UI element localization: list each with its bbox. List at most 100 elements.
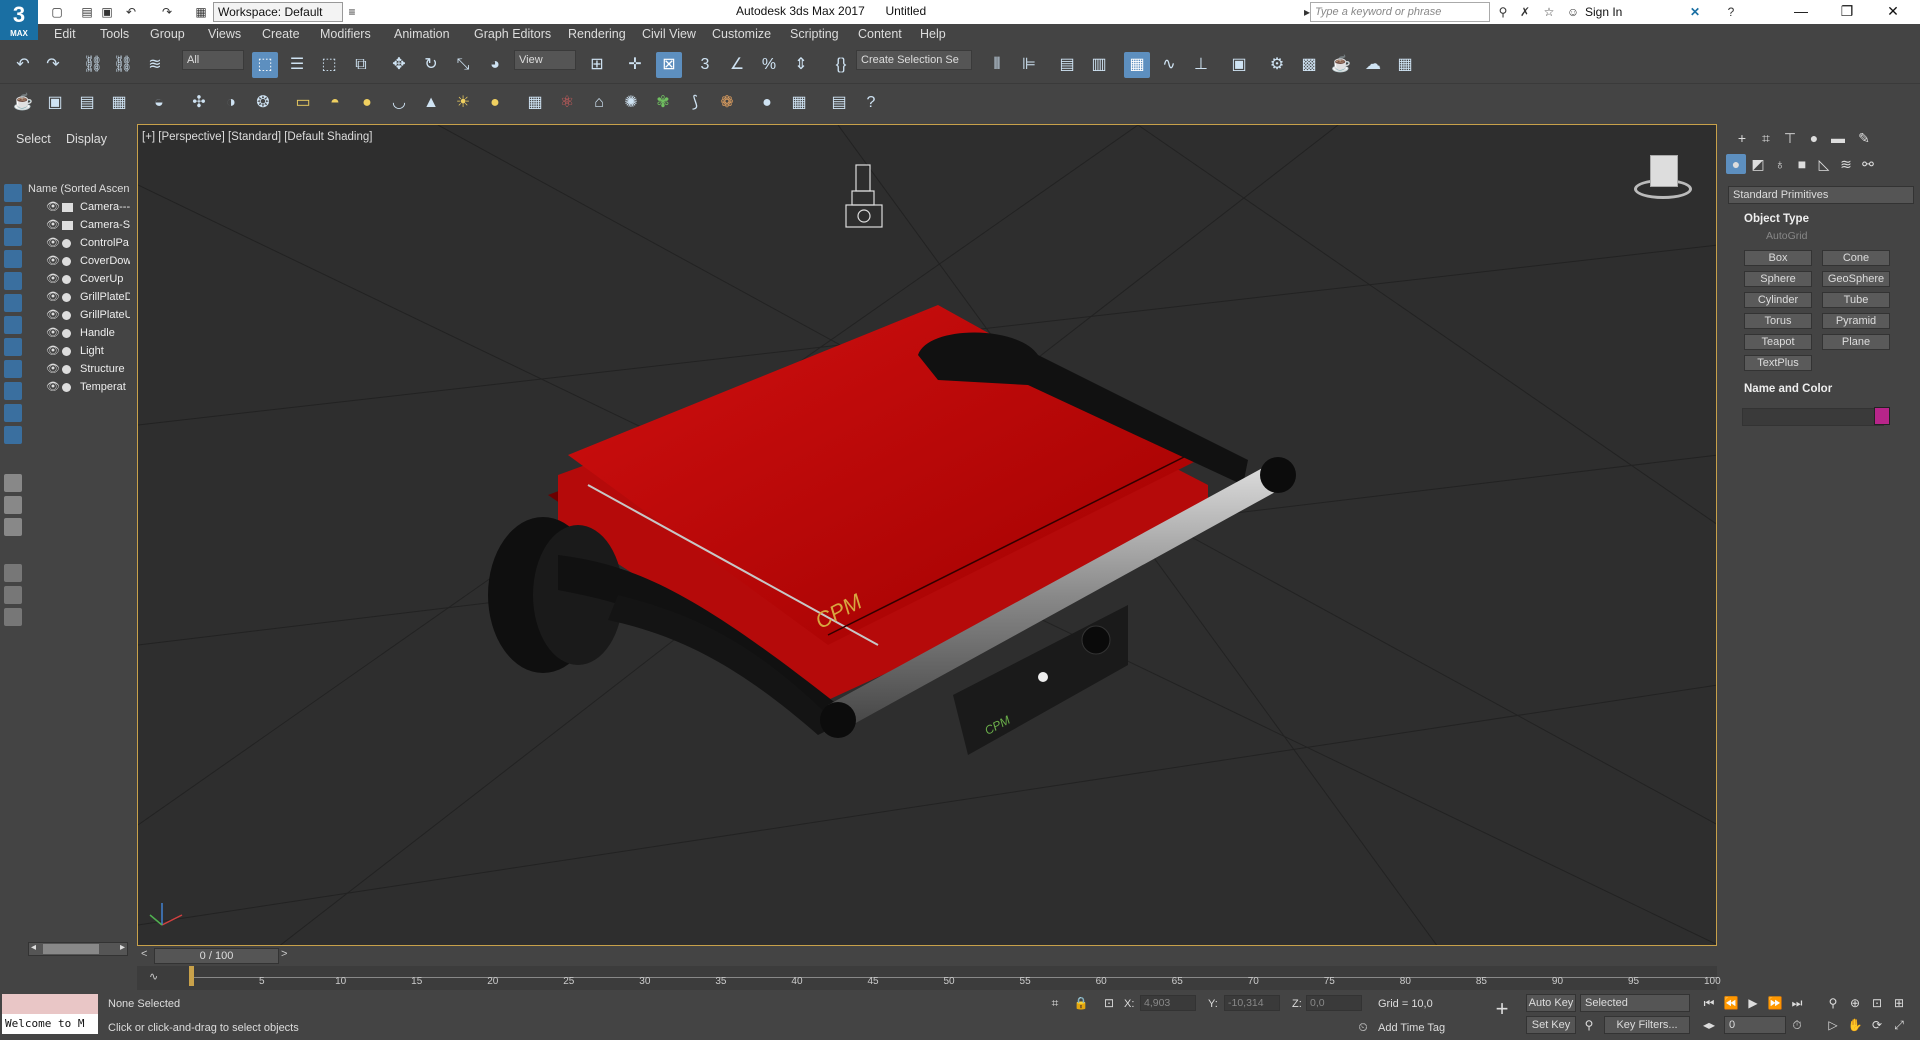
select-and-scale-icon[interactable]: ⤡ (450, 52, 476, 78)
display-hidden-icon[interactable] (4, 426, 22, 444)
workspace-menu-icon[interactable]: ≡ (343, 3, 361, 21)
viewcube[interactable] (1628, 155, 1698, 205)
menu-rendering[interactable]: Rendering (568, 27, 626, 41)
redo-icon[interactable]: ↷ (158, 3, 176, 21)
grid-icon[interactable]: ▤ (74, 90, 100, 116)
zoom-extents-icon[interactable]: ⊡ (1868, 994, 1886, 1012)
menu-modifiers[interactable]: Modifiers (320, 27, 371, 41)
folder-icon[interactable] (4, 608, 22, 626)
layer-explorer-icon[interactable]: ▥ (1086, 52, 1112, 78)
render-setup-icon[interactable]: ⚙ (1264, 52, 1290, 78)
go-to-end-icon[interactable]: ⏭ (1788, 994, 1806, 1012)
tube-button[interactable]: Tube (1822, 292, 1890, 308)
shapes-category-icon[interactable]: ◩ (1748, 154, 1768, 174)
app-logo[interactable]: 3 MAX (0, 0, 38, 40)
menu-animation[interactable]: Animation (394, 27, 450, 41)
named-selection-dropdown[interactable]: Create Selection Se (856, 50, 972, 70)
time-next-icon[interactable]: > (281, 948, 287, 960)
scene-item-row[interactable]: 👁 Temperat (28, 378, 130, 396)
previous-frame-icon[interactable]: ⏪ (1722, 994, 1740, 1012)
sphere-light-icon[interactable]: ● (354, 90, 380, 116)
geometry-category-icon[interactable]: ● (1726, 154, 1746, 174)
display-all-icon[interactable] (4, 474, 22, 492)
select-manipulate-icon[interactable]: ✛ (622, 52, 648, 78)
key-filters-icon[interactable]: ⚲ (1580, 1016, 1598, 1034)
search-input[interactable]: Type a keyword or phrase (1310, 2, 1490, 22)
zoom-all-icon[interactable]: ⊕ (1846, 994, 1864, 1012)
visibility-eye-icon[interactable]: 👁 (46, 324, 60, 342)
visibility-eye-icon[interactable]: 👁 (46, 288, 60, 306)
rectangular-selection-icon[interactable]: ⬚ (316, 52, 342, 78)
visibility-eye-icon[interactable]: 👁 (46, 342, 60, 360)
keyboard-shortcut-override-icon[interactable]: ⊠ (656, 52, 682, 78)
angle-snap-icon[interactable]: ∠ (724, 52, 750, 78)
tab-display[interactable]: Display (66, 132, 107, 146)
display-containers-icon[interactable] (4, 382, 22, 400)
plane-button[interactable]: Plane (1822, 334, 1890, 350)
open-file-icon[interactable]: ▤ (78, 3, 96, 21)
menu-edit[interactable]: Edit (54, 27, 76, 41)
grass-icon[interactable]: ✾ (650, 90, 676, 116)
table-icon[interactable]: ▦ (106, 90, 132, 116)
play-icon[interactable]: ▶ (1744, 994, 1762, 1012)
render-production-icon[interactable]: ☕ (1328, 52, 1354, 78)
image-icon[interactable]: ▣ (42, 90, 68, 116)
molecule-icon[interactable]: ⚛ (554, 90, 580, 116)
display-cameras-icon[interactable] (4, 250, 22, 268)
fur-icon[interactable]: ✺ (618, 90, 644, 116)
display-bones-icon[interactable] (4, 360, 22, 378)
x-coordinate-field[interactable]: 4,903 (1140, 995, 1196, 1011)
particles-icon[interactable]: ❂ (250, 90, 276, 116)
helpers-category-icon[interactable]: ◺ (1814, 154, 1834, 174)
perspective-viewport[interactable]: CPM CPM [+] [Perspective] [Standard] [De… (137, 124, 1717, 946)
undo-icon[interactable]: ↶ (122, 3, 140, 21)
crowd-icon[interactable]: ✣ (186, 90, 212, 116)
scene-item-row[interactable]: 👁 GrillPlateD (28, 288, 130, 306)
time-marker[interactable] (189, 966, 194, 986)
viewport-scene[interactable]: CPM CPM (138, 125, 1717, 946)
scroll-right-icon[interactable]: ▸ (120, 942, 125, 953)
textplus-button[interactable]: TextPlus (1744, 355, 1812, 371)
field-of-view-icon[interactable]: ▷ (1824, 1016, 1842, 1034)
scene-item-row[interactable]: 👁 Light (28, 342, 130, 360)
object-category-dropdown[interactable]: Standard Primitives (1728, 186, 1914, 204)
current-frame-field[interactable]: 0 (1724, 1016, 1786, 1034)
scene-item-row[interactable]: 👁 CoverDow (28, 252, 130, 270)
time-slider[interactable]: 0 / 100 (154, 948, 279, 964)
dome-light-icon[interactable]: ◓ (322, 90, 348, 116)
bowl-icon[interactable]: ◡ (386, 90, 412, 116)
schematic-view-icon[interactable]: ⊥ (1188, 52, 1214, 78)
zoom-icon[interactable]: ⚲ (1824, 994, 1842, 1012)
binoculars-icon[interactable]: ⚲ (1494, 3, 1512, 21)
select-object-icon[interactable]: ⬚ (252, 52, 278, 78)
redo-icon[interactable]: ↷ (40, 52, 66, 78)
menu-tools[interactable]: Tools (100, 27, 129, 41)
menu-scripting[interactable]: Scripting (790, 27, 839, 41)
a360-gallery-icon[interactable]: ▦ (1392, 52, 1418, 78)
select-and-place-icon[interactable]: ◕ (482, 52, 508, 78)
display-groups-icon[interactable] (4, 316, 22, 334)
y-coordinate-field[interactable]: -10,314 (1224, 995, 1280, 1011)
render-in-cloud-icon[interactable]: ☁ (1360, 52, 1386, 78)
time-prev-icon[interactable]: < (141, 948, 147, 960)
help-icon[interactable]: ? (1722, 3, 1740, 21)
torus-button[interactable]: Torus (1744, 313, 1812, 329)
set-key-button[interactable]: Set Key (1526, 1016, 1576, 1034)
visibility-eye-icon[interactable]: 👁 (46, 252, 60, 270)
menu-civil-view[interactable]: Civil View (642, 27, 696, 41)
cylinder-button[interactable]: Cylinder (1744, 292, 1812, 308)
auto-key-button[interactable]: Auto Key (1526, 994, 1576, 1012)
maxscript-listener[interactable] (2, 994, 98, 1014)
go-to-start-icon[interactable]: ⏮ (1700, 994, 1718, 1012)
display-invert-icon[interactable] (4, 518, 22, 536)
project-folder-icon[interactable]: ▦ (192, 3, 210, 21)
menu-create[interactable]: Create (262, 27, 300, 41)
volume-grid-icon[interactable]: ▦ (522, 90, 548, 116)
align-icon[interactable]: ⊫ (1016, 52, 1042, 78)
cone-button[interactable]: Cone (1822, 250, 1890, 266)
name-and-color-rollout-title[interactable]: Name and Color (1728, 380, 1914, 398)
light-list-icon[interactable]: ◒ (146, 90, 172, 116)
z-coordinate-field[interactable]: 0,0 (1306, 995, 1362, 1011)
menu-views[interactable]: Views (208, 27, 241, 41)
menu-customize[interactable]: Customize (712, 27, 771, 41)
